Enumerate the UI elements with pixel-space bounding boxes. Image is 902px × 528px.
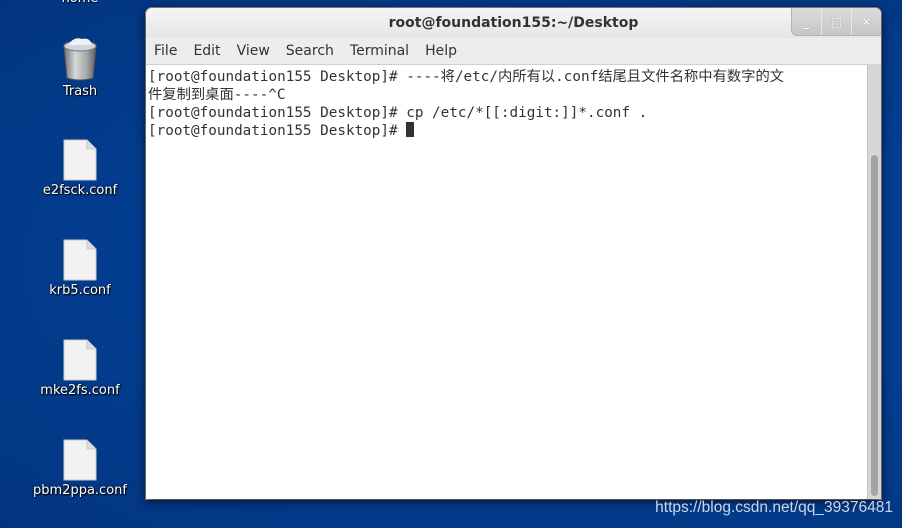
menu-file[interactable]: File — [146, 38, 185, 64]
file-icon — [63, 239, 97, 281]
desktop-icon-file[interactable]: e2fsck.conf — [20, 139, 140, 198]
terminal-line: [root@foundation155 Desktop]# ----将/etc/… — [148, 69, 785, 85]
close-icon: ✕ — [861, 14, 872, 29]
desktop-icon-trash[interactable]: Trash — [20, 36, 140, 99]
text-cursor — [406, 122, 415, 137]
menu-help[interactable]: Help — [417, 38, 465, 64]
terminal-prompt-line: [root@foundation155 Desktop]# — [148, 122, 865, 140]
desktop-icon-file[interactable]: krb5.conf — [20, 239, 140, 298]
file-label: e2fsck.conf — [42, 183, 118, 198]
menu-terminal[interactable]: Terminal — [342, 38, 417, 64]
minimize-icon: _ — [803, 14, 810, 29]
file-icon — [63, 439, 97, 481]
close-button[interactable]: ✕ — [851, 8, 881, 35]
vertical-scrollbar[interactable] — [867, 64, 881, 499]
file-label: mke2fs.conf — [40, 383, 120, 398]
trash-icon — [60, 36, 100, 82]
menu-search[interactable]: Search — [278, 38, 342, 64]
maximize-icon: □ — [830, 14, 843, 29]
file-label: krb5.conf — [49, 283, 111, 298]
menu-bar: File Edit View Search Terminal Help — [146, 38, 881, 64]
watermark: https://blog.csdn.net/qq_39376481 — [655, 499, 893, 516]
terminal-line: 件复制到桌面----^C — [148, 87, 286, 103]
window-title: root@foundation155:~/Desktop — [388, 15, 639, 31]
terminal-output[interactable]: [root@foundation155 Desktop]# ----将/etc/… — [146, 64, 867, 499]
desktop-icon-file[interactable]: mke2fs.conf — [20, 339, 140, 398]
desktop-icon-file[interactable]: pbm2ppa.conf — [20, 439, 140, 498]
terminal-prompt: [root@foundation155 Desktop]# — [148, 123, 407, 139]
title-bar[interactable]: root@foundation155:~/Desktop _ □ ✕ — [146, 8, 881, 38]
scrollbar-thumb[interactable] — [871, 155, 878, 496]
terminal-line: [root@foundation155 Desktop]# cp /etc/*[… — [148, 105, 648, 121]
menu-view[interactable]: View — [229, 38, 278, 64]
desktop-icon-home-label[interactable]: home — [20, 0, 140, 6]
file-icon — [63, 139, 97, 181]
file-icon — [63, 339, 97, 381]
file-label: pbm2ppa.conf — [33, 483, 127, 498]
terminal-window: root@foundation155:~/Desktop _ □ ✕ File … — [146, 8, 881, 499]
minimize-button[interactable]: _ — [792, 8, 821, 35]
maximize-button[interactable]: □ — [821, 8, 851, 35]
menu-edit[interactable]: Edit — [185, 38, 228, 64]
trash-label: Trash — [62, 84, 98, 99]
window-controls: _ □ ✕ — [791, 8, 881, 36]
